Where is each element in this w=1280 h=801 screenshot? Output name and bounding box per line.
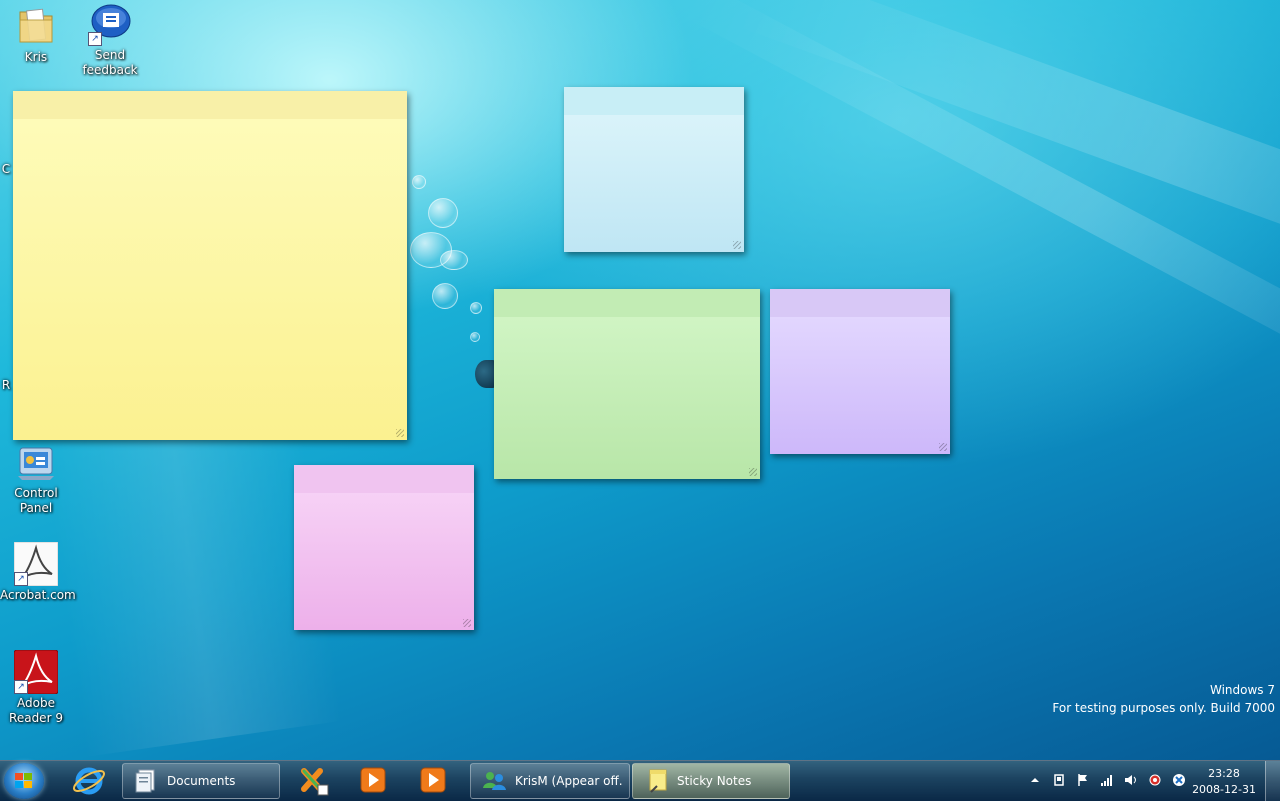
live-messenger-icon: [301, 768, 329, 796]
pinned-internet-explorer[interactable]: [66, 763, 112, 797]
sticky-note-purple[interactable]: [770, 289, 950, 454]
bubble: [432, 283, 458, 309]
clock[interactable]: 23:28 2008-12-31: [1192, 766, 1256, 798]
security-icon[interactable]: [1148, 773, 1162, 787]
control-panel-icon: [14, 440, 58, 484]
desktop-icon-acrobat-com[interactable]: ↗ Acrobat.com: [0, 541, 76, 603]
volume-icon[interactable]: [1124, 773, 1138, 787]
acrobat-com-icon: ↗: [13, 541, 59, 587]
resize-grip[interactable]: [396, 429, 404, 437]
desktop-icon-adobe-reader[interactable]: ↗ Adobe Reader 9: [0, 649, 72, 726]
taskbar: Documents KrisM (Appear off... Sticky No…: [0, 760, 1280, 801]
sticky-note-title-bar[interactable]: [564, 87, 744, 115]
resize-grip[interactable]: [749, 468, 757, 476]
bubble: [440, 250, 468, 270]
build-watermark: Windows 7 For testing purposes only. Bui…: [1052, 681, 1275, 717]
taskbar-button-label: Sticky Notes: [677, 774, 752, 788]
clock-time: 23:28: [1208, 767, 1240, 780]
start-button[interactable]: [4, 763, 44, 799]
documents-icon: [135, 769, 155, 793]
desktop-icon-label: Control Panel: [14, 486, 58, 515]
bubble: [470, 302, 482, 314]
watermark-build-info: For testing purposes only. Build 7000: [1052, 701, 1275, 715]
bubble: [428, 198, 458, 228]
sticky-notes-icon: [649, 769, 667, 793]
sticky-note-blue[interactable]: [564, 87, 744, 252]
sticky-note-title-bar[interactable]: [770, 289, 950, 317]
media-center-icon: [420, 767, 446, 793]
network-icon[interactable]: [1052, 773, 1066, 787]
folder-icon: [14, 4, 58, 48]
sticky-note-green[interactable]: [494, 289, 760, 479]
system-tray: 23:28 2008-12-31: [1010, 761, 1280, 801]
pinned-live-messenger[interactable]: [292, 763, 338, 797]
watermark-os-name: Windows 7: [1209, 683, 1275, 697]
pinned-media-player[interactable]: [350, 763, 396, 797]
sticky-note-pink[interactable]: [294, 465, 474, 630]
taskbar-button-label: KrisM (Appear off...: [515, 774, 623, 788]
show-desktop-button[interactable]: [1265, 761, 1280, 801]
signal-icon[interactable]: [1100, 773, 1114, 787]
shortcut-arrow-icon: ↗: [14, 572, 28, 586]
messenger-icon: [483, 772, 506, 790]
desktop-icon-label: Send feedback: [82, 48, 138, 77]
sticky-note-title-bar[interactable]: [13, 91, 407, 119]
taskbar-button-sticky-notes[interactable]: Sticky Notes: [632, 763, 790, 799]
media-player-icon: [360, 767, 386, 793]
taskbar-button-label: Documents: [167, 774, 236, 788]
resize-grip[interactable]: [463, 619, 471, 627]
sticky-note-title-bar[interactable]: [294, 465, 474, 493]
adobe-reader-icon: ↗: [13, 649, 59, 695]
desktop-icon-label: Kris: [24, 50, 48, 64]
show-hidden-icon[interactable]: [1028, 773, 1042, 787]
windows-start-icon: [15, 773, 33, 789]
clock-date: 2008-12-31: [1192, 783, 1256, 796]
desktop-icon-label: Acrobat.com: [0, 588, 76, 602]
desktop[interactable]: C R Kris ↗ Send feedback Control Panel ↗…: [0, 0, 1280, 760]
desktop-icon-send-feedback[interactable]: ↗ Send feedback: [74, 2, 146, 78]
taskbar-button-documents[interactable]: Documents: [122, 763, 280, 799]
sticky-note-yellow[interactable]: [13, 91, 407, 440]
resize-grip[interactable]: [733, 241, 741, 249]
action-center-flag-icon[interactable]: [1076, 773, 1090, 787]
taskbar-button-messenger[interactable]: KrisM (Appear off...: [470, 763, 630, 799]
internet-explorer-icon: [72, 767, 106, 795]
sticky-note-title-bar[interactable]: [494, 289, 760, 317]
bubble: [470, 332, 480, 342]
desktop-icon-control-panel[interactable]: Control Panel: [0, 440, 72, 516]
messenger-status-icon[interactable]: [1172, 773, 1186, 787]
desktop-icon-label: Adobe Reader 9: [9, 696, 63, 725]
shortcut-arrow-icon: ↗: [88, 32, 102, 46]
resize-grip[interactable]: [939, 443, 947, 451]
feedback-icon: ↗: [88, 2, 132, 46]
bubble: [412, 175, 426, 189]
desktop-icon-kris[interactable]: Kris: [0, 4, 72, 65]
pinned-media-center[interactable]: [410, 763, 456, 797]
shortcut-arrow-icon: ↗: [14, 680, 28, 694]
